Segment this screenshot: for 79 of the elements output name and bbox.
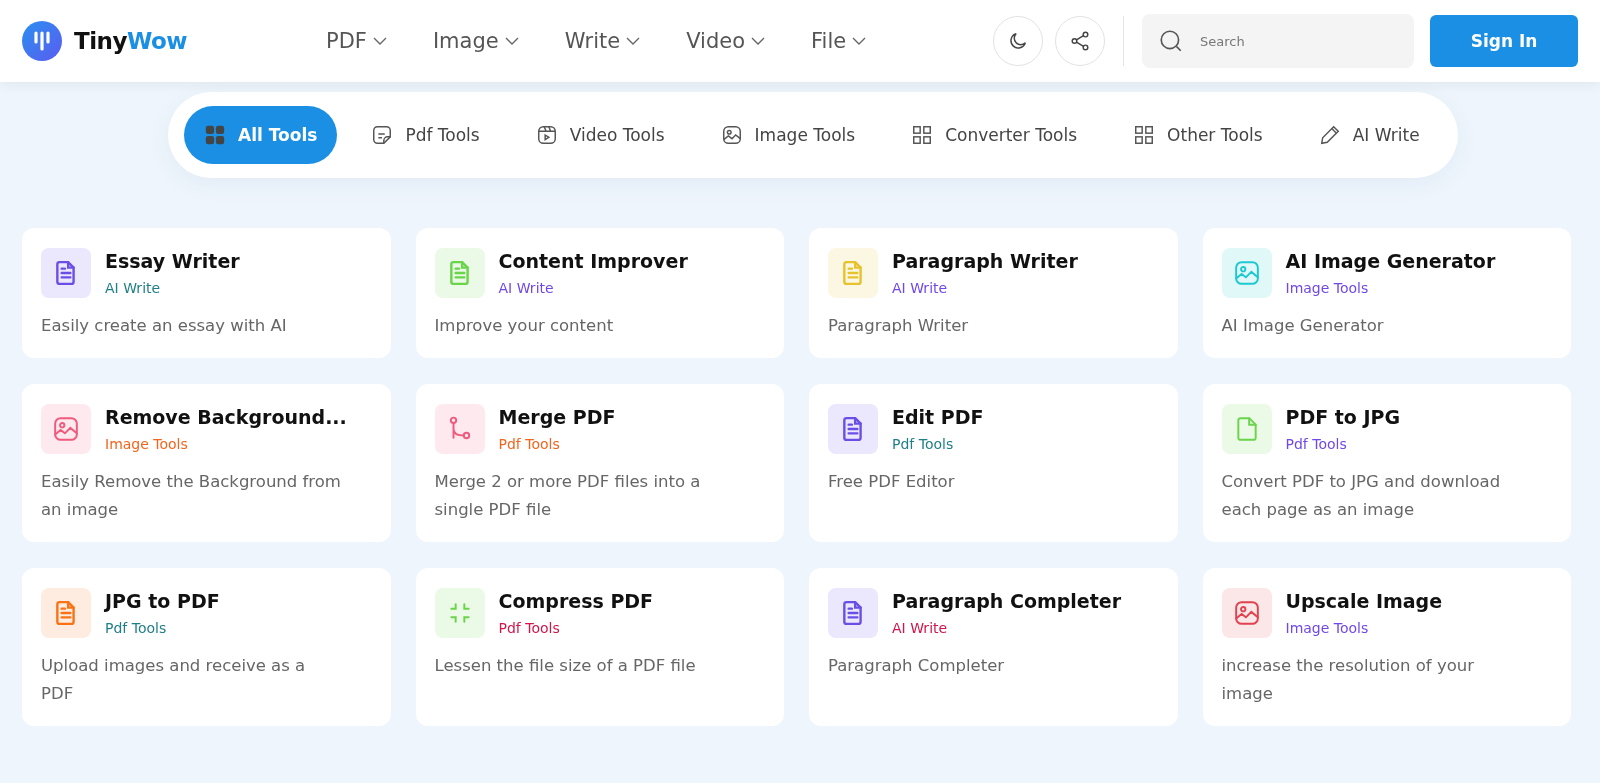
tool-category: Image Tools bbox=[1285, 620, 1370, 636]
logo-text: TinyWow bbox=[74, 28, 188, 54]
share-button[interactable] bbox=[1055, 16, 1105, 66]
chevron-down-icon bbox=[852, 37, 867, 45]
nav-menu[interactable]: Image bbox=[432, 29, 519, 53]
chevron-down-icon bbox=[626, 37, 641, 45]
category-tab[interactable]: Image Tools bbox=[698, 106, 878, 164]
category-tab[interactable]: Other Tools bbox=[1111, 106, 1285, 164]
tool-category: Pdf Tools bbox=[498, 620, 561, 636]
pencil-icon bbox=[1318, 124, 1341, 146]
tool-card[interactable]: Edit PDF Pdf Tools Free PDF Editor bbox=[809, 384, 1178, 542]
tool-category: AI Write bbox=[498, 280, 555, 296]
tool-category: AI Write bbox=[892, 280, 949, 296]
tool-card[interactable]: PDF to JPG Pdf Tools Convert PDF to JPG and download each page as an image bbox=[1202, 384, 1571, 542]
search-field[interactable]: Search bbox=[1142, 14, 1414, 68]
tool-description: increase the resolution of your image bbox=[1221, 655, 1476, 705]
logo-icon bbox=[22, 21, 62, 61]
tool-category: Pdf Tools bbox=[892, 436, 955, 452]
tool-title: Essay Writer bbox=[105, 250, 240, 272]
tool-card[interactable]: Essay Writer AI Write Easily create an essay with AI bbox=[22, 228, 391, 358]
note-icon bbox=[371, 124, 394, 146]
tool-description: Free PDF Editor bbox=[828, 471, 956, 493]
tool-card[interactable]: Merge PDF Pdf Tools Merge 2 or more PDF files into a single PDF file bbox=[415, 384, 784, 542]
nav-menu[interactable]: Video bbox=[686, 29, 765, 53]
tool-description: Merge 2 or more PDF files into a single PDF file bbox=[434, 471, 702, 521]
tool-title: Compress PDF bbox=[498, 590, 654, 612]
tool-card[interactable]: AI Image Generator Image Tools AI Image Generator bbox=[1202, 228, 1571, 358]
share-icon bbox=[1069, 30, 1091, 52]
tool-title: Paragraph Completer bbox=[892, 590, 1122, 612]
tool-card[interactable]: JPG to PDF Pdf Tools Upload images and receive as a PDF bbox=[22, 568, 391, 726]
tool-card[interactable]: Upscale Image Image Tools increase the resolution of your image bbox=[1202, 568, 1571, 726]
tool-title: Remove Background... bbox=[105, 406, 347, 428]
tool-title: Paragraph Writer bbox=[892, 250, 1078, 272]
tool-description: Paragraph Completer bbox=[828, 655, 1006, 677]
category-tab[interactable]: Converter Tools bbox=[889, 106, 1100, 164]
category-tab[interactable]: Video Tools bbox=[513, 106, 687, 164]
nav-menu[interactable]: PDF bbox=[326, 29, 387, 53]
tool-title: Upscale Image bbox=[1285, 590, 1443, 612]
tool-title: Edit PDF bbox=[892, 406, 984, 428]
tool-title: JPG to PDF bbox=[105, 590, 220, 612]
tool-category: Pdf Tools bbox=[105, 620, 168, 636]
search-icon bbox=[1158, 28, 1184, 54]
tool-card[interactable]: Paragraph Writer AI Write Paragraph Writer bbox=[809, 228, 1178, 358]
tool-category: Image Tools bbox=[105, 436, 189, 452]
tool-title: Content Improver bbox=[498, 250, 688, 272]
dark-mode-button[interactable] bbox=[993, 16, 1043, 66]
tool-card[interactable]: Content Improver AI Write Improve your content bbox=[415, 228, 784, 358]
tool-category: Image Tools bbox=[1285, 280, 1370, 296]
tool-description: Convert PDF to JPG and download each page as an image bbox=[1221, 471, 1502, 521]
tool-card[interactable]: Paragraph Completer AI Write Paragraph Completer bbox=[809, 568, 1178, 726]
chevron-down-icon bbox=[504, 37, 519, 45]
tool-title: PDF to JPG bbox=[1285, 406, 1401, 428]
tool-category: AI Write bbox=[105, 280, 162, 296]
tool-description: Easily Remove the Background from an image bbox=[41, 471, 341, 521]
moon-icon bbox=[1007, 30, 1029, 52]
tool-card[interactable]: Compress PDF Pdf Tools Lessen the file size of a PDF file bbox=[415, 568, 784, 726]
category-tab[interactable]: AI Write bbox=[1296, 106, 1442, 164]
tool-description: Lessen the file size of a PDF file bbox=[434, 655, 697, 677]
nav-menu[interactable]: File bbox=[811, 29, 867, 53]
tool-card[interactable]: Remove Background... Image Tools Easily Remove the Background from an image bbox=[22, 384, 391, 542]
tool-title: Merge PDF bbox=[498, 406, 616, 428]
video-icon bbox=[535, 124, 558, 146]
grid-icon bbox=[204, 124, 226, 146]
tool-description: Paragraph Writer bbox=[828, 315, 970, 337]
tool-description: Easily create an essay with AI bbox=[41, 315, 288, 337]
chevron-down-icon bbox=[372, 37, 387, 45]
tool-description: Improve your content bbox=[434, 315, 615, 337]
tool-category: Pdf Tools bbox=[498, 436, 561, 452]
chevron-down-icon bbox=[751, 37, 765, 45]
grid-icon bbox=[911, 124, 934, 146]
tool-description: Upload images and receive as a PDF bbox=[41, 655, 307, 705]
tool-category: AI Write bbox=[892, 620, 949, 636]
tool-description: AI Image Generator bbox=[1221, 315, 1385, 337]
nav-menu[interactable]: Write bbox=[564, 29, 641, 53]
tool-category: Pdf Tools bbox=[1285, 436, 1348, 452]
tool-title: AI Image Generator bbox=[1285, 250, 1496, 272]
category-tab[interactable]: Pdf Tools bbox=[349, 106, 502, 164]
image-icon bbox=[720, 124, 743, 146]
grid-icon bbox=[1133, 124, 1156, 146]
